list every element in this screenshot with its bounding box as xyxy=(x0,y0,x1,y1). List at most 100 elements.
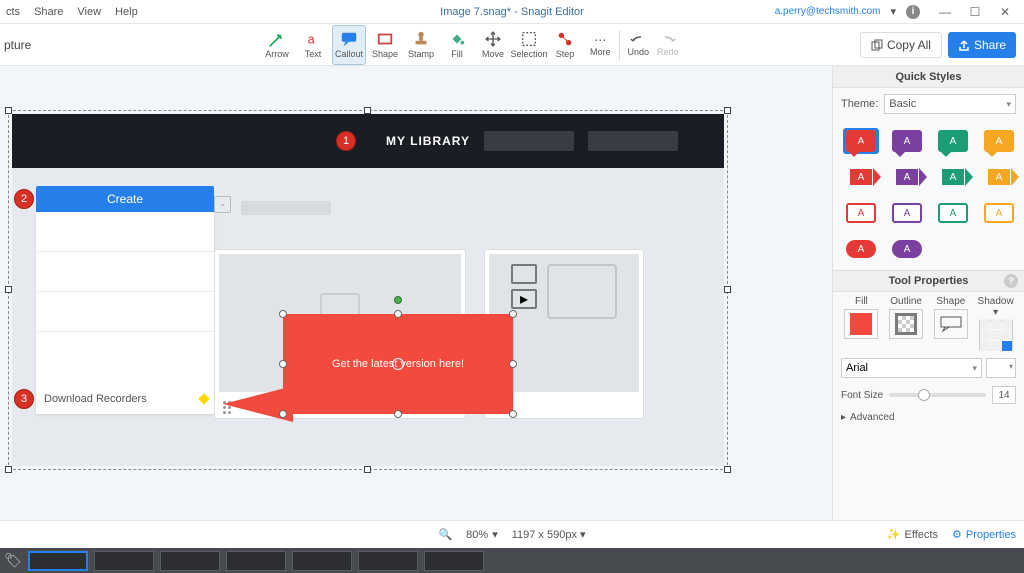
step-marker-2[interactable]: 2 xyxy=(14,189,34,209)
collapse-icon[interactable]: - xyxy=(214,196,231,213)
shape-icon xyxy=(376,30,394,48)
tool-shape[interactable]: Shape xyxy=(368,25,402,65)
library-title: MY LIBRARY xyxy=(386,134,470,148)
style-pill-purple[interactable]: A xyxy=(889,236,925,262)
style-callout-red[interactable]: A xyxy=(843,128,879,154)
tool-fill[interactable]: Fill xyxy=(440,25,474,65)
stamp-icon xyxy=(412,30,430,48)
search-icon[interactable]: 🔍 xyxy=(438,528,452,541)
properties-button[interactable]: ⚙ Properties xyxy=(952,528,1016,541)
thumbnail[interactable] xyxy=(292,551,352,571)
style-arrow-red[interactable]: A xyxy=(843,164,879,190)
tool-step[interactable]: Step xyxy=(548,25,582,65)
step-marker-3[interactable]: 3 xyxy=(14,389,34,409)
menu-objects[interactable]: cts xyxy=(6,6,20,18)
thumbnail[interactable] xyxy=(160,551,220,571)
callout-object[interactable]: Get the latest version here! xyxy=(283,314,513,414)
style-arrow-orange[interactable]: A xyxy=(981,164,1017,190)
tool-selection[interactable]: Selection xyxy=(512,25,546,65)
fill-icon xyxy=(448,30,466,48)
redo-icon xyxy=(659,33,677,47)
style-outline-teal[interactable]: A xyxy=(935,200,971,226)
user-email[interactable]: a.perry@techsmith.com xyxy=(775,6,881,17)
video-icon: ▸ xyxy=(511,289,537,309)
style-pill-red[interactable]: A xyxy=(843,236,879,262)
thumbnail[interactable] xyxy=(28,551,88,571)
style-arrow-purple[interactable]: A xyxy=(889,164,925,190)
fontsize-value[interactable]: 14 xyxy=(992,386,1016,404)
effects-button[interactable]: ✨ Effects xyxy=(887,528,938,541)
help-icon[interactable]: ? xyxy=(1004,274,1018,288)
tool-arrow[interactable]: Arrow xyxy=(260,25,294,65)
menu-share[interactable]: Share xyxy=(34,6,63,18)
style-callout-orange[interactable]: A xyxy=(981,128,1017,154)
style-callout-purple[interactable]: A xyxy=(889,128,925,154)
rotate-handle[interactable] xyxy=(394,296,402,304)
move-cursor-icon xyxy=(392,358,404,370)
tool-more[interactable]: ⋯ More xyxy=(590,33,611,57)
fontsize-label: Font Size xyxy=(841,390,883,401)
svg-text:a: a xyxy=(308,33,315,47)
theme-select[interactable]: Basic xyxy=(884,94,1016,114)
share-icon xyxy=(958,39,970,51)
share-button[interactable]: Share xyxy=(948,32,1016,58)
tool-move[interactable]: Move xyxy=(476,25,510,65)
style-outline-purple[interactable]: A xyxy=(889,200,925,226)
undo-button[interactable]: Undo xyxy=(628,33,650,57)
capture-label[interactable]: pture xyxy=(0,38,31,52)
move-icon xyxy=(484,30,502,48)
menu-help[interactable]: Help xyxy=(115,6,138,18)
wand-icon: ✨ xyxy=(887,528,901,541)
download-recorders-label[interactable]: Download Recorders xyxy=(44,393,147,405)
step-icon xyxy=(556,30,574,48)
thumbnail[interactable] xyxy=(358,551,418,571)
redo-button[interactable]: Redo xyxy=(657,33,679,57)
large-folder-icon xyxy=(547,264,617,319)
callout-icon xyxy=(340,30,358,48)
style-outline-red[interactable]: A xyxy=(843,200,879,226)
create-button[interactable]: Create xyxy=(36,186,214,212)
tag-icon[interactable]: 🏷 xyxy=(4,552,22,569)
canvas-area[interactable]: 1 MY LIBRARY 2 Create xyxy=(0,66,832,520)
tool-callout[interactable]: Callout xyxy=(332,25,366,65)
fill-property[interactable]: Fill xyxy=(841,296,882,350)
theme-label: Theme: xyxy=(841,98,878,110)
font-color-swatch[interactable] xyxy=(986,358,1016,378)
style-arrow-teal[interactable]: A xyxy=(935,164,971,190)
outline-property[interactable]: Outline xyxy=(886,296,927,350)
minimize-button[interactable]: — xyxy=(930,2,960,22)
thumbnail[interactable] xyxy=(424,551,484,571)
callout-tail-endpoint[interactable] xyxy=(198,393,209,404)
maximize-button[interactable]: ☐ xyxy=(960,2,990,22)
advanced-toggle[interactable]: ▸ Advanced xyxy=(833,408,1024,427)
copyall-button[interactable]: Copy All xyxy=(860,32,942,58)
shadow-property[interactable]: Shadow ▾ xyxy=(975,296,1016,350)
font-select[interactable]: Arial▾ xyxy=(841,358,982,378)
fontsize-slider[interactable] xyxy=(889,393,986,397)
shadow-grid[interactable] xyxy=(980,319,1012,351)
fill-swatch[interactable] xyxy=(850,313,872,335)
menu-view[interactable]: View xyxy=(77,6,101,18)
thumbnail-tray[interactable]: 🏷 xyxy=(0,548,1024,573)
undo-icon xyxy=(629,33,647,47)
selection-icon xyxy=(520,30,538,48)
copy-icon xyxy=(871,39,883,51)
tool-text[interactable]: a Text xyxy=(296,25,330,65)
text-icon: a xyxy=(304,30,322,48)
outline-swatch[interactable] xyxy=(895,313,917,335)
info-icon[interactable]: i xyxy=(906,5,920,19)
style-outline-orange[interactable]: A xyxy=(981,200,1017,226)
style-callout-teal[interactable]: A xyxy=(935,128,971,154)
toolprops-heading: Tool Properties xyxy=(889,275,969,287)
close-button[interactable]: ✕ xyxy=(990,2,1020,22)
placeholder-text xyxy=(241,201,331,215)
shape-preview-icon xyxy=(939,315,963,333)
thumbnail[interactable] xyxy=(94,551,154,571)
dimensions-readout[interactable]: 1197 x 590px ▾ xyxy=(512,528,586,541)
tool-stamp[interactable]: Stamp xyxy=(404,25,438,65)
arrow-icon xyxy=(268,30,286,48)
step-marker-1[interactable]: 1 xyxy=(336,131,356,151)
shape-property[interactable]: Shape xyxy=(931,296,972,350)
thumbnail[interactable] xyxy=(226,551,286,571)
zoom-control[interactable]: 80% ▾ xyxy=(466,528,498,541)
